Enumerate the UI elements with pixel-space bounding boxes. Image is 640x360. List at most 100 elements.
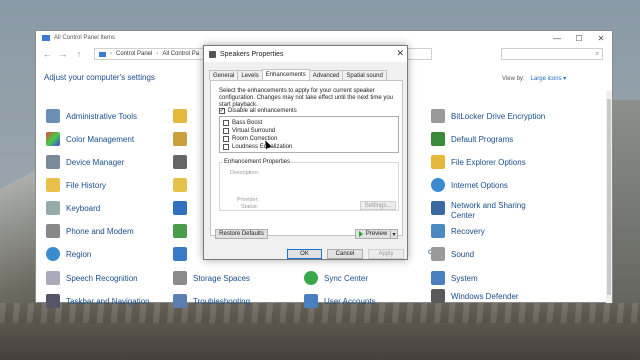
- device-manager-icon: [46, 155, 60, 169]
- item-storage-spaces[interactable]: Storage Spaces: [173, 271, 250, 285]
- item-phone-and-modem[interactable]: Phone and Modem: [46, 224, 134, 238]
- item-partial-5[interactable]: [173, 201, 187, 215]
- item-partial-6[interactable]: [173, 224, 187, 238]
- item-speech-recognition[interactable]: Speech Recognition: [46, 271, 138, 285]
- item-partial-7[interactable]: [173, 247, 187, 261]
- item-internet-options[interactable]: Internet Options: [431, 178, 508, 192]
- control-panel-icon: [42, 35, 50, 41]
- ok-button[interactable]: OK: [287, 249, 322, 259]
- item-administrative-tools[interactable]: Administrative Tools: [46, 109, 137, 123]
- item-system[interactable]: System: [431, 271, 478, 285]
- tab-levels[interactable]: Levels: [237, 70, 263, 80]
- fonts-icon: [173, 178, 187, 192]
- chevron-down-icon: ▾: [392, 231, 396, 238]
- indexing-icon: [173, 201, 187, 215]
- view-by-dropdown[interactable]: Large icons ▾: [531, 76, 567, 82]
- enhancement-properties-group: Enhancement Properties Description: Prov…: [219, 159, 399, 211]
- item-sound[interactable]: Sound: [431, 247, 474, 261]
- disable-all-checkbox[interactable]: ✓ Disable all enhancements: [219, 108, 297, 114]
- item-troubleshooting[interactable]: Troubleshooting: [173, 294, 250, 308]
- user-accounts-icon: [304, 294, 318, 308]
- breadcrumb-control-panel[interactable]: Control Panel: [116, 51, 152, 57]
- item-windows-defender[interactable]: Windows Defender: [431, 289, 519, 303]
- preview-button[interactable]: Preview: [355, 229, 391, 239]
- cancel-button[interactable]: Cancel: [327, 249, 363, 259]
- back-arrow-icon[interactable]: ←: [42, 49, 52, 59]
- file-history-icon: [46, 178, 60, 192]
- tab-enhancements[interactable]: Enhancements: [261, 69, 310, 80]
- restore-defaults-button[interactable]: Restore Defaults: [215, 229, 268, 239]
- view-by: View by: Large icons ▾: [502, 76, 567, 82]
- address-icon: [99, 51, 106, 57]
- devices-icon: [173, 155, 187, 169]
- administrative-tools-icon: [46, 109, 60, 123]
- enhancement-virtual-surround[interactable]: Virtual Surround: [223, 128, 275, 134]
- folder-options-icon: [431, 155, 445, 169]
- bitlocker-icon: [431, 109, 445, 123]
- wallpaper-ground: [0, 303, 640, 360]
- provider-label: Provider:: [237, 197, 260, 203]
- item-network-sharing[interactable]: Network and Sharing Center: [431, 201, 541, 221]
- internet-icon: [431, 178, 445, 192]
- item-user-accounts[interactable]: User Accounts: [304, 294, 376, 308]
- close-button[interactable]: ✕: [590, 31, 612, 45]
- checkbox-checked: ✓: [219, 108, 225, 114]
- item-file-history[interactable]: File History: [46, 178, 106, 192]
- sync-icon: [304, 271, 318, 285]
- item-recovery[interactable]: Recovery: [431, 224, 485, 238]
- dialog-title: Speakers Properties: [220, 50, 284, 58]
- enhancement-bass-boost[interactable]: Bass Boost: [223, 120, 262, 126]
- speaker-icon: [209, 50, 216, 58]
- settings-button[interactable]: Settings...: [360, 201, 396, 210]
- search-icon: ⌕: [595, 50, 599, 57]
- item-taskbar-navigation[interactable]: Taskbar and Navigation: [46, 294, 150, 308]
- breadcrumb-all-items[interactable]: All Control Pa: [162, 51, 199, 57]
- minimize-button[interactable]: —: [546, 31, 568, 45]
- item-bitlocker[interactable]: BitLocker Drive Encryption: [431, 109, 545, 123]
- maximize-button[interactable]: ☐: [568, 31, 590, 45]
- item-file-explorer-options[interactable]: File Explorer Options: [431, 155, 526, 169]
- preview-dropdown-button[interactable]: ▾: [390, 229, 398, 239]
- enhancements-panel: Select the enhancements to apply for you…: [210, 80, 403, 236]
- dialog-close-button[interactable]: ✕: [396, 48, 404, 59]
- apply-button[interactable]: Apply: [368, 249, 404, 259]
- item-sync-center[interactable]: Sync Center: [304, 271, 368, 285]
- enhancements-list[interactable]: Bass Boost Virtual Surround Room Correct…: [219, 116, 399, 153]
- troubleshooting-icon: [173, 294, 187, 308]
- item-region[interactable]: Region: [46, 247, 91, 261]
- item-default-programs[interactable]: Default Programs: [431, 132, 513, 146]
- item-partial-1[interactable]: [173, 109, 187, 123]
- item-partial-4[interactable]: [173, 178, 187, 192]
- power-icon: [173, 224, 187, 238]
- play-icon: [358, 231, 363, 237]
- item-color-management[interactable]: Color Management: [46, 132, 134, 146]
- dialog-titlebar: Speakers Properties: [204, 46, 407, 62]
- tab-advanced[interactable]: Advanced: [308, 70, 344, 80]
- item-keyboard[interactable]: Keyboard: [46, 201, 100, 215]
- page-title: Adjust your computer's settings: [44, 73, 155, 82]
- window-controls: — ☐ ✕: [546, 31, 612, 45]
- credential-icon: [173, 132, 187, 146]
- scrollbar[interactable]: [606, 91, 612, 303]
- status-label: Status:: [241, 204, 259, 210]
- item-partial-3[interactable]: [173, 155, 187, 169]
- defender-icon: [431, 289, 445, 303]
- up-arrow-icon[interactable]: ↑: [74, 49, 84, 59]
- keyboard-icon: [46, 201, 60, 215]
- tab-general[interactable]: General: [209, 70, 239, 80]
- default-programs-icon: [431, 132, 445, 146]
- item-partial-2[interactable]: [173, 132, 187, 146]
- search-input[interactable]: ⌕: [501, 48, 603, 60]
- globe-icon: [46, 247, 60, 261]
- remote-icon: [173, 247, 187, 261]
- tab-strip: General Levels Enhancements Advanced Spa…: [209, 69, 387, 80]
- color-management-icon: [46, 132, 60, 146]
- enhancements-description: Select the enhancements to apply for you…: [219, 88, 393, 108]
- window-title: All Control Panel Items: [54, 35, 116, 41]
- enhancement-loudness-equalization[interactable]: Loudness Equalization: [223, 144, 292, 150]
- description-label: Description:: [230, 170, 260, 176]
- forward-arrow-icon[interactable]: →: [58, 49, 68, 59]
- tab-spatial-sound[interactable]: Spatial sound: [342, 70, 387, 80]
- folder-icon: [173, 109, 187, 123]
- item-device-manager[interactable]: Device Manager: [46, 155, 124, 169]
